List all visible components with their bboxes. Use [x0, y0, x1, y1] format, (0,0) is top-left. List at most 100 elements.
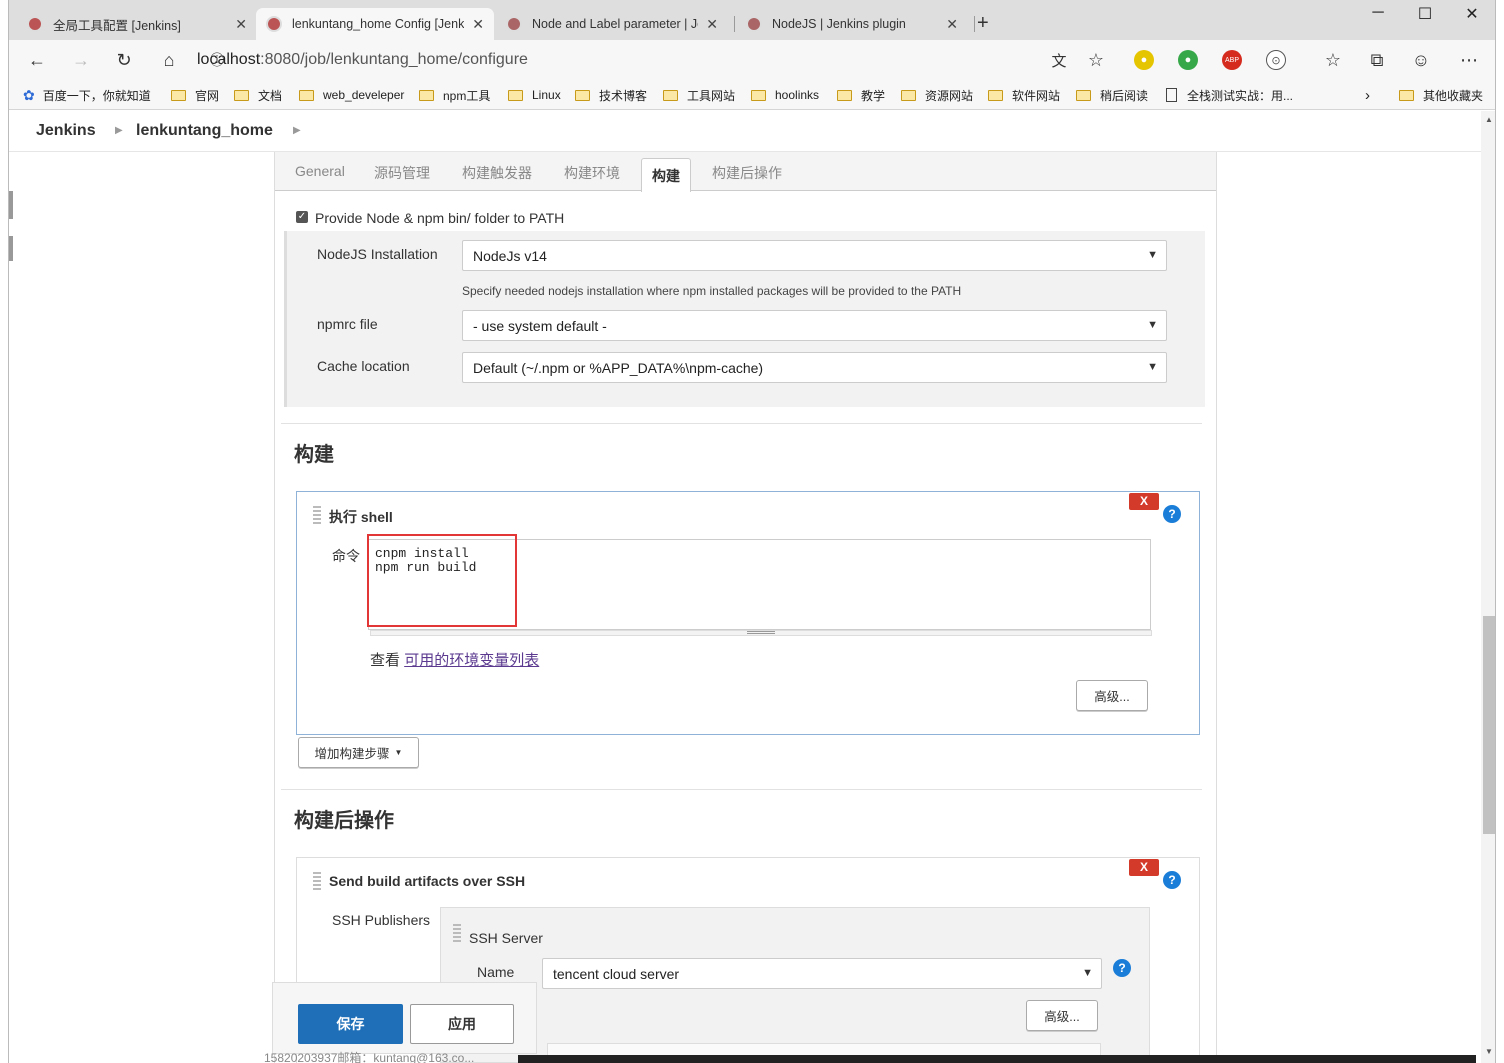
collections-icon[interactable]: ⧉ [1363, 46, 1391, 74]
vertical-scrollbar[interactable] [1481, 111, 1495, 1063]
bookmark-folder[interactable]: 稍后阅读 [1076, 85, 1148, 105]
maximize-icon[interactable]: ☐ [1402, 4, 1448, 24]
close-window-icon[interactable]: ✕ [1449, 4, 1495, 24]
favorites-icon[interactable]: ☆ [1319, 46, 1347, 74]
ssh-advanced-button[interactable]: 高级... [1026, 1000, 1098, 1031]
ssh-server-title: SSH Server [469, 930, 543, 946]
bookmarks-overflow-icon[interactable]: › [1365, 85, 1370, 105]
scroll-down-icon[interactable]: ▼ [1485, 1047, 1493, 1056]
scrollbar-thumb[interactable] [1483, 616, 1495, 834]
delete-step-button[interactable]: X [1129, 493, 1159, 510]
baidu-paw-icon: ✿ [23, 86, 35, 103]
more-menu-icon[interactable]: ⋯ [1455, 46, 1483, 74]
ssh-name-label: Name [477, 964, 515, 980]
env-vars-link[interactable]: 可用的环境变量列表 [404, 652, 539, 669]
bookmark-label: hoolinks [775, 88, 820, 102]
bookmark-label: Linux [532, 88, 561, 102]
close-tab-icon[interactable]: ✕ [946, 16, 958, 33]
help-icon[interactable]: ? [1113, 959, 1131, 977]
add-build-step-button[interactable]: 增加构建步骤 ▼ [298, 737, 419, 768]
npmrc-select[interactable]: - use system default - ▼ [462, 310, 1167, 341]
tab-build[interactable]: 构建 [641, 158, 691, 192]
chevron-down-icon: ▼ [1147, 249, 1158, 261]
browser-tab[interactable]: Node and Label parameter | Jenkins plugi… [496, 8, 728, 40]
close-tab-icon[interactable]: ✕ [706, 16, 718, 33]
url-path: :8080/job/lenkuntang_home/configure [260, 51, 528, 68]
browser-tab[interactable]: 全局工具配置 [Jenkins] ✕ [17, 8, 257, 40]
bookmark-label: 稍后阅读 [1100, 88, 1149, 103]
bookmark-label: npm工具 [443, 88, 491, 103]
bookmark-folder[interactable]: Linux [508, 85, 561, 105]
tab-build-env[interactable]: 构建环境 [564, 163, 620, 183]
env-vars-prefix: 查看 [370, 652, 401, 669]
forward-icon[interactable]: → [67, 46, 95, 74]
divider [281, 423, 1202, 424]
cache-location-label: Cache location [317, 358, 410, 374]
bookmark-folder-other[interactable]: 其他收藏夹 [1399, 85, 1483, 105]
bookmark-folder[interactable]: npm工具 [419, 85, 490, 105]
bookmark-folder[interactable]: 文档 [234, 85, 282, 105]
favorite-star-icon[interactable]: ☆ [1082, 46, 1110, 74]
build-section-title: 构建 [294, 444, 334, 466]
bookmark-folder[interactable]: 教学 [837, 85, 885, 105]
browser-tab-active[interactable]: lenkuntang_home Config [Jenkins] ✕ [256, 8, 494, 40]
refresh-icon[interactable]: ↻ [110, 46, 138, 74]
tab-scm[interactable]: 源码管理 [374, 163, 430, 183]
close-tab-icon[interactable]: ✕ [235, 16, 247, 33]
chevron-down-icon: ▼ [1147, 361, 1158, 373]
bookmark-folder[interactable]: web_develeper [299, 85, 404, 105]
bookmark-folder[interactable]: 工具网站 [663, 85, 735, 105]
extension-icon[interactable]: ● [1178, 50, 1198, 70]
save-button[interactable]: 保存 [298, 1004, 403, 1044]
tab-title: 全局工具配置 [Jenkins] [53, 18, 181, 33]
advanced-button[interactable]: 高级... [1076, 680, 1148, 711]
breadcrumb-jenkins[interactable]: Jenkins [36, 122, 96, 140]
bookmark-folder[interactable]: 技术博客 [575, 85, 647, 105]
bookmark-label: 技术博客 [599, 88, 648, 103]
new-tab-button[interactable]: + [977, 12, 989, 35]
back-icon[interactable]: ← [23, 46, 51, 74]
drag-handle-icon[interactable] [453, 924, 461, 944]
config-form: General 源码管理 构建触发器 构建环境 构建 构建后操作 ✓ Provi… [274, 152, 1217, 1063]
profile-icon[interactable]: ☺ [1407, 46, 1435, 74]
help-icon[interactable]: ? [1163, 871, 1181, 889]
tab-strip: 全局工具配置 [Jenkins] ✕ lenkuntang_home Confi… [9, 0, 1495, 40]
footer-contact-text: 15820203937邮箱：kuntang@163.co... [264, 1051, 475, 1063]
side-edge-mark [9, 191, 13, 219]
home-icon[interactable]: ⌂ [155, 46, 183, 74]
command-label: 命令 [332, 548, 360, 564]
nodejs-installation-label: NodeJS Installation [317, 246, 438, 262]
scroll-up-icon[interactable]: ▲ [1485, 115, 1493, 124]
tab-general[interactable]: General [295, 163, 345, 179]
extension-icon[interactable]: ● [1134, 50, 1154, 70]
bookmark-folder[interactable]: hoolinks [751, 85, 819, 105]
breadcrumb-job[interactable]: lenkuntang_home [136, 122, 273, 140]
config-tabbar: General 源码管理 构建触发器 构建环境 构建 构建后操作 [275, 152, 1216, 192]
apply-button[interactable]: 应用 [410, 1004, 514, 1044]
drag-handle-icon[interactable] [313, 872, 321, 892]
translate-icon[interactable]: 文 [1045, 46, 1073, 74]
extension-icon[interactable]: ⊙ [1266, 50, 1286, 70]
bookmark-folder[interactable]: 官网 [171, 85, 219, 105]
tab-post-build[interactable]: 构建后操作 [712, 163, 782, 183]
ssh-server-name-select[interactable]: tencent cloud server ▼ [542, 958, 1102, 989]
tab-triggers[interactable]: 构建触发器 [462, 163, 532, 183]
address-bar[interactable]: localhost:8080/job/lenkuntang_home/confi… [197, 46, 528, 74]
adblock-icon[interactable]: ABP [1222, 50, 1242, 70]
minimize-icon[interactable]: ─ [1355, 4, 1401, 22]
help-icon[interactable]: ? [1163, 505, 1181, 523]
close-tab-icon[interactable]: ✕ [472, 16, 484, 33]
provide-node-checkbox[interactable]: ✓ [296, 211, 308, 223]
bookmark-page[interactable]: 全栈测试实战：用... [1166, 85, 1293, 105]
browser-window: 全局工具配置 [Jenkins] ✕ lenkuntang_home Confi… [8, 0, 1496, 1063]
chevron-down-icon: ▼ [1147, 319, 1158, 331]
browser-tab[interactable]: NodeJS | Jenkins plugin ✕ [736, 8, 968, 40]
bookmark-folder[interactable]: 资源网站 [901, 85, 973, 105]
cache-location-select[interactable]: Default (~/.npm or %APP_DATA%\npm-cache)… [462, 352, 1167, 383]
drag-handle-icon[interactable] [313, 506, 321, 526]
bookmark-baidu[interactable]: ✿ 百度一下，你就知道 [23, 85, 151, 105]
nodejs-installation-select[interactable]: NodeJs v14 ▼ [462, 240, 1167, 271]
bookmark-folder[interactable]: 软件网站 [988, 85, 1060, 105]
delete-step-button[interactable]: X [1129, 859, 1159, 876]
folder-icon [234, 89, 249, 101]
